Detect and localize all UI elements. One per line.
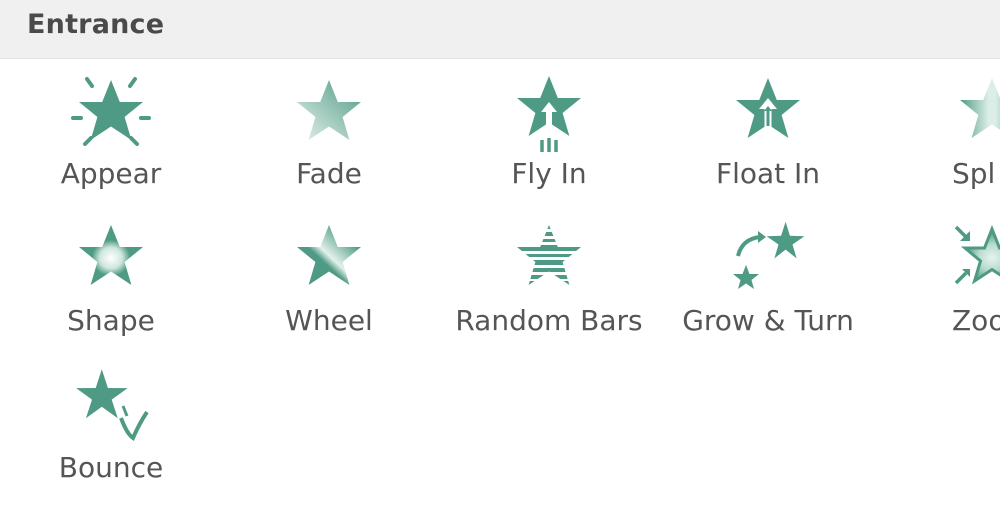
section-title: Entrance bbox=[27, 9, 165, 40]
entrance-section-header: Entrance bbox=[0, 0, 1000, 59]
effect-fade[interactable]: Fade bbox=[224, 74, 434, 214]
effect-shape[interactable]: Shape bbox=[6, 221, 216, 361]
effect-random-bars[interactable]: Random Bars bbox=[444, 221, 654, 361]
effect-label: Fade bbox=[296, 157, 362, 190]
shape-star-icon bbox=[79, 225, 143, 285]
effect-zoom[interactable]: Zoo bbox=[820, 221, 1000, 361]
wheel-star-icon bbox=[297, 225, 361, 285]
effect-label: Shape bbox=[67, 304, 155, 337]
zoom-star-icon bbox=[954, 224, 1000, 285]
grow-turn-star-icon bbox=[733, 221, 805, 289]
appear-star-icon bbox=[71, 77, 151, 146]
effect-label: Fly In bbox=[511, 157, 587, 190]
effect-label: Random Bars bbox=[455, 304, 643, 337]
fade-star-icon bbox=[297, 80, 361, 140]
fly-in-star-icon bbox=[517, 76, 581, 152]
effect-label: Zoo bbox=[952, 304, 1000, 337]
effect-bounce[interactable]: Bounce bbox=[6, 368, 216, 508]
effect-fly-in[interactable]: Fly In bbox=[444, 74, 654, 214]
effect-label: Spl bbox=[952, 157, 996, 190]
random-bars-star-icon bbox=[517, 225, 581, 285]
effect-label: Bounce bbox=[58, 451, 164, 484]
float-in-star-icon bbox=[736, 78, 800, 138]
split-star-icon bbox=[960, 78, 1000, 138]
effect-appear[interactable]: Appear bbox=[6, 74, 216, 214]
effect-label: Wheel bbox=[285, 304, 373, 337]
effect-split[interactable]: Spl bbox=[820, 74, 1000, 214]
effect-label: Appear bbox=[60, 157, 162, 190]
effect-wheel[interactable]: Wheel bbox=[224, 221, 434, 361]
bounce-star-icon bbox=[76, 369, 149, 441]
